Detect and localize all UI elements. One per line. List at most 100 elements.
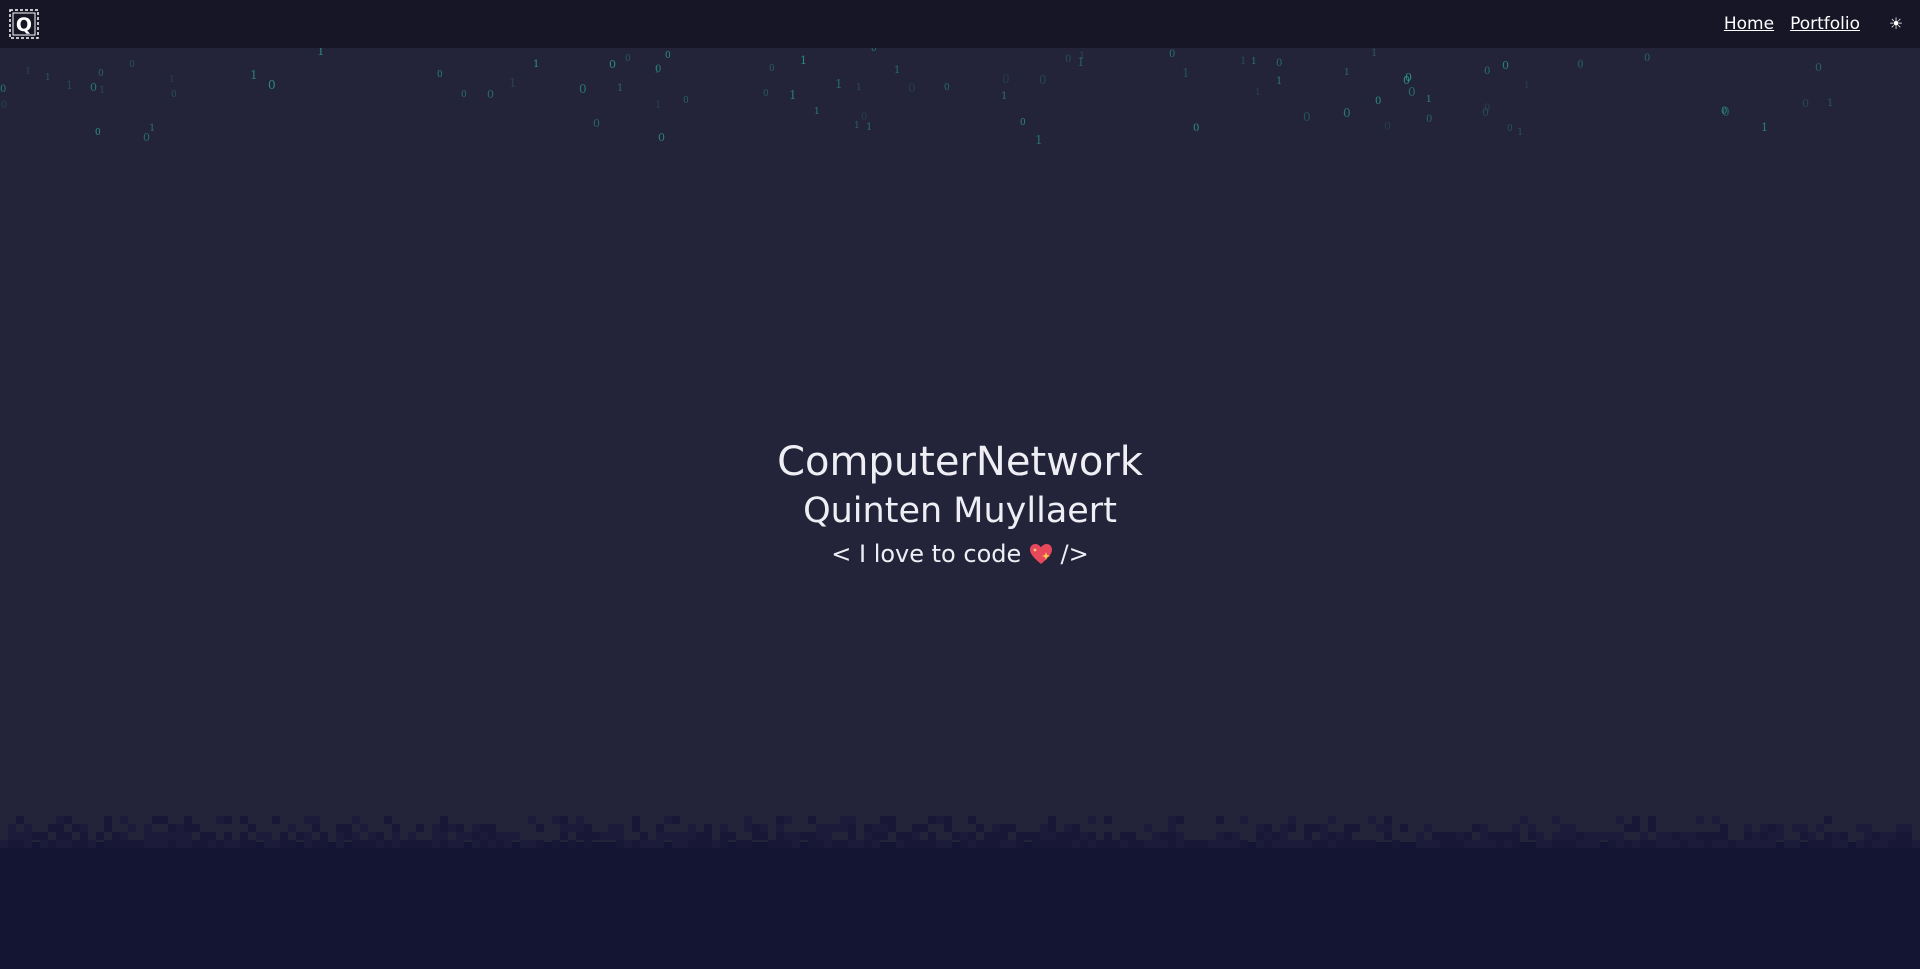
pixel-block [1456, 840, 1464, 848]
pixel-block [1168, 816, 1176, 824]
pixel-block [1904, 832, 1912, 840]
matrix-digit: 1 [654, 66, 660, 76]
pixel-block [144, 824, 152, 832]
pixel-block [472, 832, 480, 840]
pixel-block [1232, 832, 1240, 840]
pixel-ground-band [0, 842, 1920, 969]
pixel-block [1576, 840, 1584, 848]
pixel-block [336, 832, 344, 840]
matrix-digit: 0 [908, 81, 916, 95]
matrix-digit: 0 [609, 58, 616, 71]
pixel-block [792, 840, 800, 848]
pixel-block [208, 832, 216, 840]
nav-link-home[interactable]: Home [1724, 14, 1774, 34]
pixel-block [1504, 840, 1512, 848]
pixel-block [912, 840, 920, 848]
pixel-block [72, 840, 80, 848]
pixel-block [1336, 840, 1344, 848]
pixel-block [248, 840, 256, 848]
pixel-block [592, 832, 600, 840]
pixel-block [800, 832, 808, 840]
matrix-digit: 0 [1482, 106, 1489, 119]
pixel-block [1840, 840, 1848, 848]
matrix-digit: 1 [800, 54, 807, 67]
pixel-block [1224, 832, 1232, 840]
pixel-block [224, 832, 232, 840]
pixel-block [416, 840, 424, 848]
pixel-block [1104, 816, 1112, 824]
pixel-block [1616, 832, 1624, 840]
pixel-block [1176, 832, 1184, 840]
pixel-block [1048, 824, 1056, 832]
pixel-block [1344, 832, 1352, 840]
pixel-block [1568, 824, 1576, 832]
pixel-block [1160, 840, 1168, 848]
pixel-block [1080, 840, 1088, 848]
nav-link-portfolio[interactable]: Portfolio [1790, 14, 1860, 34]
pixel-block [448, 824, 456, 832]
pixel-block [112, 832, 120, 840]
pixel-block [1288, 824, 1296, 832]
matrix-digit: 1 [45, 73, 51, 83]
pixel-block [184, 832, 192, 840]
matrix-digit: 1 [1001, 91, 1008, 102]
pixel-block [1064, 824, 1072, 832]
matrix-digit: 0 [1020, 118, 1026, 128]
pixel-block [1616, 816, 1624, 824]
pixel-block [1800, 824, 1808, 832]
pixel-block [192, 824, 200, 832]
pixel-block [1096, 840, 1104, 848]
pixel-block [144, 840, 152, 848]
pixel-block [1144, 824, 1152, 832]
pixel-block [1912, 840, 1920, 848]
matrix-digit: 0 [129, 60, 135, 70]
pixel-block [1312, 824, 1320, 832]
matrix-rain-background: 0100001001101111100100000000010110110011… [0, 44, 1920, 147]
pixel-block [1504, 832, 1512, 840]
pixel-block [992, 824, 1000, 832]
pixel-block [1304, 832, 1312, 840]
pixel-block [1464, 840, 1472, 848]
pixel-block [1488, 840, 1496, 848]
matrix-digit: 0 [1802, 97, 1809, 110]
pixel-block [1872, 832, 1880, 840]
pixel-block [640, 840, 648, 848]
pixel-block [360, 824, 368, 832]
pixel-block [1000, 824, 1008, 832]
q-logo-icon[interactable]: Q [9, 9, 39, 39]
pixel-block [176, 824, 184, 832]
pixel-block [704, 832, 712, 840]
matrix-digit: 0 [1169, 49, 1176, 60]
pixel-block [1712, 816, 1720, 824]
pixel-block [1432, 832, 1440, 840]
pixel-block [704, 824, 712, 832]
pixel-block [1760, 840, 1768, 848]
pixel-block [1560, 840, 1568, 848]
pixel-block [1856, 840, 1864, 848]
pixel-block [80, 832, 88, 840]
pixel-block [272, 816, 280, 824]
sun-icon[interactable]: ☀ [1886, 14, 1906, 34]
pixel-block [1320, 840, 1328, 848]
matrix-digit: 0 [625, 54, 631, 64]
pixel-block [720, 832, 728, 840]
pixel-block [1040, 824, 1048, 832]
pixel-block [368, 832, 376, 840]
pixel-block [984, 840, 992, 848]
pixel-block [1640, 832, 1648, 840]
matrix-digit: 1 [866, 122, 873, 133]
pixel-block [1696, 832, 1704, 840]
matrix-digit: 0 [1039, 73, 1047, 87]
matrix-digit: 0 [487, 88, 494, 101]
pixel-block [1680, 840, 1688, 848]
pixel-block [1160, 832, 1168, 840]
pixel-block [1880, 840, 1888, 848]
pixel-block [1088, 840, 1096, 848]
matrix-digit: 0 [683, 96, 689, 106]
pixel-block [1768, 824, 1776, 832]
pixel-block [1048, 840, 1056, 848]
pixel-block [1024, 832, 1032, 840]
matrix-digit: 0 [0, 84, 7, 95]
pixel-block [64, 832, 72, 840]
pixel-block [1568, 840, 1576, 848]
